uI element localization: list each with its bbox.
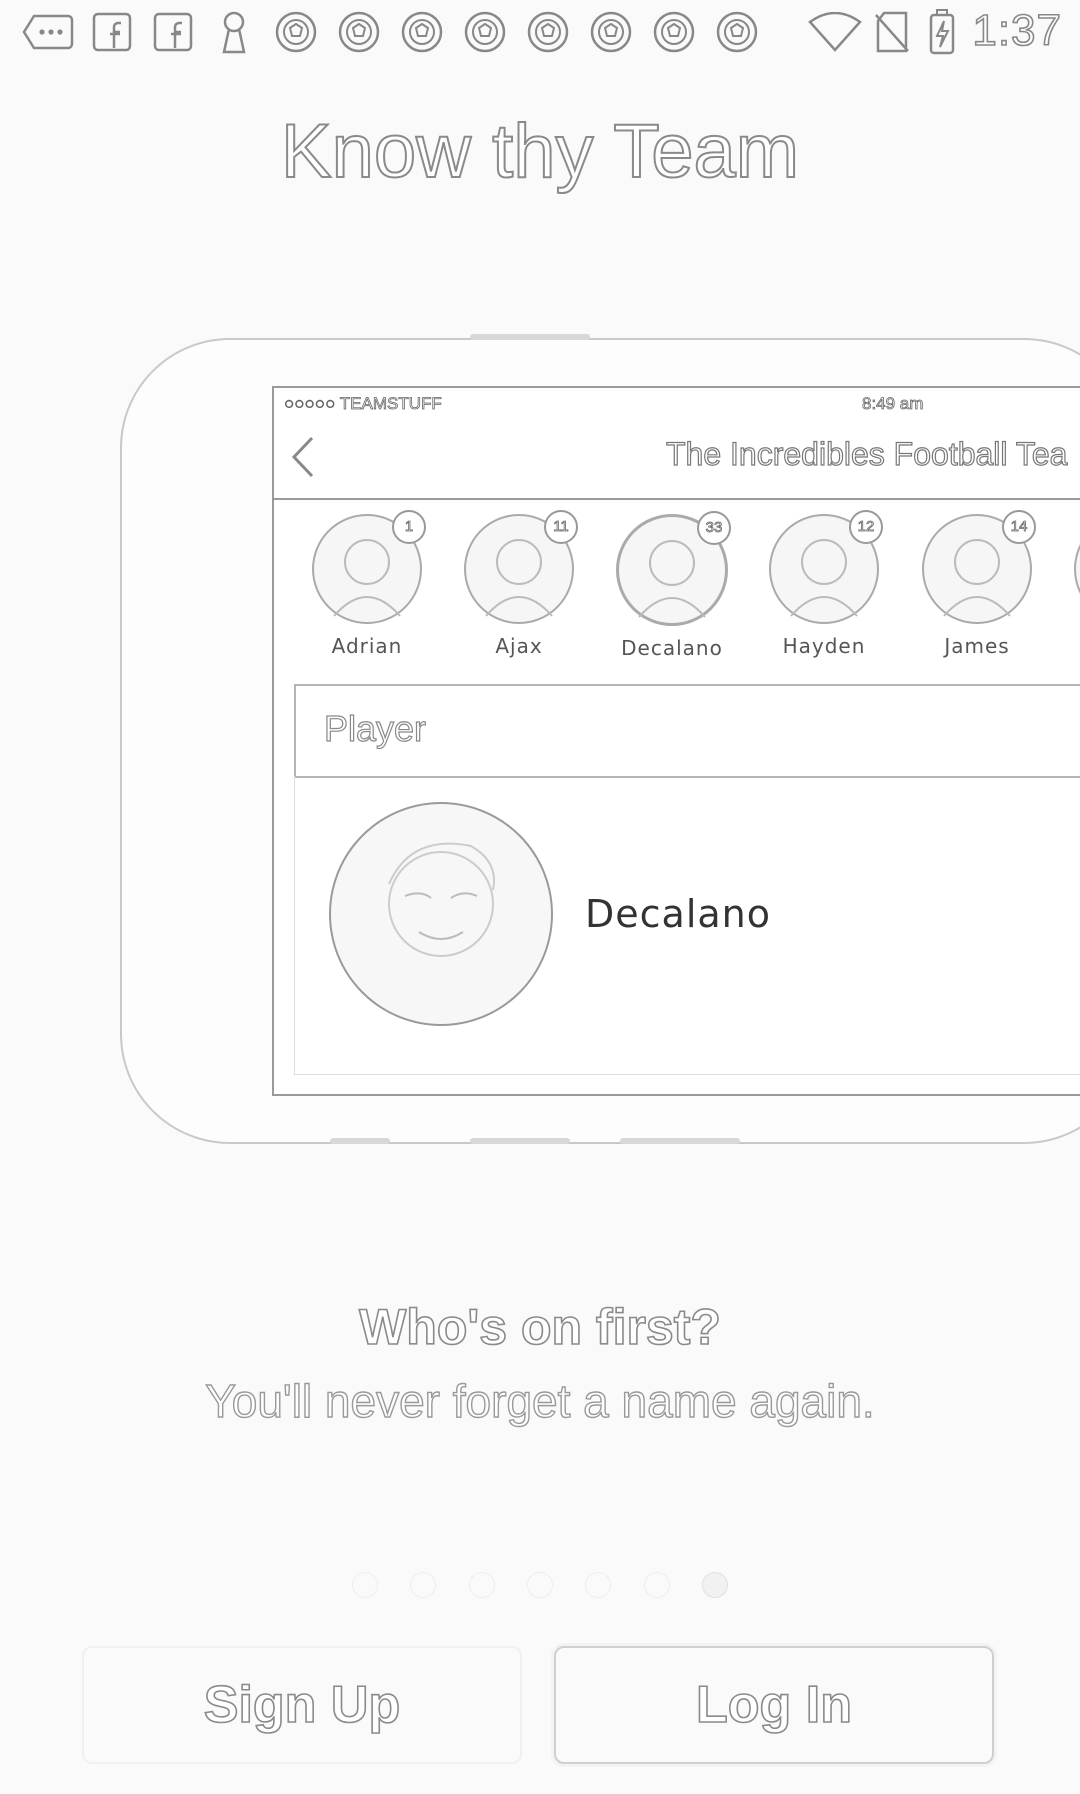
section-header-label: Player <box>323 707 427 749</box>
jersey-number-badge: 1 <box>392 510 426 544</box>
team-title: The Incredibles Football Tea <box>665 435 1068 472</box>
page-indicator <box>0 1572 1080 1603</box>
feature-subtitle: Who's on first? <box>358 1298 721 1356</box>
player-item: 1 Adrian <box>292 510 442 658</box>
status-bar: 1:37 <box>0 0 1080 64</box>
wifi-icon <box>808 10 862 54</box>
app-screenshot: ○○○○○ TEAMSTUFF 8:49 am The Incredibles … <box>272 386 1080 1096</box>
player-name: James <box>944 634 1010 658</box>
soccer-ball-icon <box>526 10 570 54</box>
status-time: 1:37 <box>972 5 1062 56</box>
player-item: 14 James <box>902 510 1052 658</box>
player-item: 12 Hayden <box>749 510 899 658</box>
back-chevron-icon <box>288 432 318 487</box>
keyhole-icon <box>218 10 250 54</box>
jersey-number-badge: 33 <box>697 511 731 545</box>
app-time: 8:49 am <box>862 394 924 414</box>
player-name: Decalano <box>621 636 723 660</box>
player-name: Adrian <box>331 634 403 658</box>
page-dot-active[interactable] <box>702 1572 729 1598</box>
player-item-partial <box>1054 514 1080 624</box>
page-dot[interactable] <box>410 1572 437 1598</box>
selected-player-avatar <box>329 802 553 1026</box>
log-in-button[interactable]: Log In <box>554 1646 994 1764</box>
phone-side-button <box>470 1138 570 1144</box>
player-avatar: 11 <box>464 510 578 624</box>
soccer-ball-icon <box>463 10 507 54</box>
player-item: 33 Decalano <box>597 511 747 660</box>
player-avatar <box>1074 514 1080 624</box>
soccer-ball-icon <box>589 10 633 54</box>
section-header: Player <box>294 684 1080 778</box>
soccer-ball-icon <box>337 10 381 54</box>
player-avatar: 33 <box>616 511 731 626</box>
soccer-ball-icon <box>715 10 759 54</box>
no-sim-icon <box>874 10 910 54</box>
app-status-bar: ○○○○○ TEAMSTUFF 8:49 am <box>284 394 1080 420</box>
player-avatar: 1 <box>312 510 426 624</box>
phone-side-button <box>330 1138 390 1144</box>
soccer-ball-icon <box>652 10 696 54</box>
player-name: Ajax <box>495 634 543 658</box>
player-detail-row: Decalano <box>294 776 1080 1075</box>
player-carousel: 1 Adrian 11 Ajax 33 Decalano 12 Hayden 1… <box>274 510 1080 664</box>
feature-tagline: You'll never forget a name again. <box>205 1374 876 1427</box>
page-dot[interactable] <box>527 1572 553 1598</box>
page-dot[interactable] <box>585 1572 612 1598</box>
sign-up-button[interactable]: Sign Up <box>82 1646 522 1764</box>
carrier-label: ○○○○○ TEAMSTUFF <box>284 394 443 414</box>
soccer-ball-icon <box>400 10 444 54</box>
facebook-icon <box>92 10 132 54</box>
jersey-number-badge: 12 <box>849 510 883 544</box>
page-dot[interactable] <box>643 1572 670 1598</box>
facebook-icon <box>153 10 193 54</box>
more-dots-icon <box>22 10 74 54</box>
phone-top-button <box>470 334 590 340</box>
jersey-number-badge: 14 <box>1002 510 1036 544</box>
page-dot[interactable] <box>468 1572 495 1598</box>
player-avatar: 14 <box>922 510 1036 624</box>
soccer-ball-icon <box>274 10 318 54</box>
player-item: 11 Ajax <box>444 510 594 658</box>
page-title: Know thy Team <box>280 108 800 195</box>
page-dot[interactable] <box>351 1572 378 1598</box>
player-name: Hayden <box>782 634 866 658</box>
jersey-number-badge: 11 <box>544 510 578 544</box>
selected-player-name: Decalano <box>585 892 771 936</box>
player-avatar: 12 <box>769 510 883 624</box>
phone-side-button <box>620 1138 740 1144</box>
app-navbar: The Incredibles Football Tea <box>274 418 1080 500</box>
battery-charging-icon <box>928 9 956 55</box>
